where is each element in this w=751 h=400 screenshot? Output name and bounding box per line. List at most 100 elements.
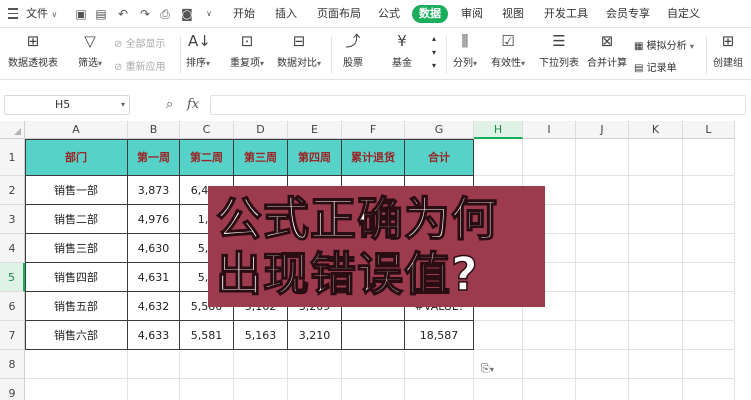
tab-view[interactable]: 视图 [502, 0, 524, 28]
name-box-dropdown-icon[interactable]: ▾ [121, 96, 125, 114]
cell-e8[interactable] [288, 350, 342, 379]
column-header-l[interactable]: L [683, 121, 735, 139]
merge-calc-button[interactable]: ⊠ 合并计算 [587, 31, 627, 69]
cell-l4[interactable] [683, 234, 735, 263]
tab-review[interactable]: 审阅 [461, 0, 483, 28]
cell-h7[interactable] [474, 321, 523, 350]
row-header-6[interactable]: 6 [0, 292, 25, 321]
cell-l2[interactable] [683, 176, 735, 205]
column-header-a[interactable]: A [25, 121, 128, 139]
cell-e9[interactable] [288, 379, 342, 400]
row-header-1[interactable]: 1 [0, 139, 25, 176]
cell-l5[interactable] [683, 263, 735, 292]
save-as-icon[interactable]: ▤ [94, 7, 108, 21]
zoom-search-icon[interactable]: ⌕ [166, 95, 173, 115]
cell-l7[interactable] [683, 321, 735, 350]
validity-button[interactable]: ☑ 有效性▾ [491, 31, 525, 69]
cell-i9[interactable] [523, 379, 576, 400]
cell-i8[interactable] [523, 350, 576, 379]
select-all-corner[interactable] [0, 121, 25, 139]
print-icon[interactable]: ⎙ [158, 7, 172, 21]
cell-f9[interactable] [342, 379, 405, 400]
file-menu[interactable]: 文件 ∨ [26, 0, 57, 28]
name-box[interactable]: H5 ▾ [4, 95, 130, 115]
column-header-c[interactable]: C [180, 121, 234, 139]
cell-j3[interactable] [576, 205, 629, 234]
cell-c8[interactable] [180, 350, 234, 379]
table-header-cell[interactable]: 第四周 [288, 139, 342, 176]
cell-g7[interactable]: 18,587 [405, 321, 474, 350]
cell-b8[interactable] [128, 350, 180, 379]
cell-f8[interactable] [342, 350, 405, 379]
cell-b5[interactable]: 4,631 [128, 263, 180, 292]
tab-custom[interactable]: 自定义 [667, 0, 700, 28]
show-all-button[interactable]: ⊘ 全部显示 [114, 35, 166, 50]
column-header-i[interactable]: I [523, 121, 576, 139]
row-header-3[interactable]: 3 [0, 205, 25, 234]
column-header-e[interactable]: E [288, 121, 342, 139]
redo-icon[interactable]: ↷ [138, 7, 152, 21]
formula-input[interactable] [210, 95, 746, 115]
cell-k2[interactable] [629, 176, 683, 205]
cell-a3[interactable]: 销售二部 [25, 205, 128, 234]
cell-j9[interactable] [576, 379, 629, 400]
cell-b3[interactable]: 4,976 [128, 205, 180, 234]
cell-j6[interactable] [576, 292, 629, 321]
row-header-4[interactable]: 4 [0, 234, 25, 263]
hamburger-menu-icon[interactable] [8, 8, 18, 20]
cell-b4[interactable]: 4,630 [128, 234, 180, 263]
cell-g9[interactable] [405, 379, 474, 400]
dropdown-list-button[interactable]: ☰ 下拉列表 [539, 31, 579, 69]
data-compare-button[interactable]: ⊟ 数据对比▾ [277, 31, 321, 69]
cell-f7[interactable] [342, 321, 405, 350]
cell-k4[interactable] [629, 234, 683, 263]
cell-j4[interactable] [576, 234, 629, 263]
cell-j5[interactable] [576, 263, 629, 292]
scroll-down-icon[interactable]: ▾ [432, 48, 436, 57]
row-header-8[interactable]: 8 [0, 350, 25, 379]
column-header-f[interactable]: F [342, 121, 405, 139]
duplicates-button[interactable]: ⊡ 重复项▾ [230, 31, 264, 69]
table-header-cell[interactable]: 部门 [25, 139, 128, 176]
cell-c9[interactable] [180, 379, 234, 400]
cell-a4[interactable]: 销售三部 [25, 234, 128, 263]
stock-button[interactable]: ⤴ 股票 [343, 31, 363, 69]
cell-d9[interactable] [234, 379, 288, 400]
cell-j2[interactable] [576, 176, 629, 205]
paste-options-icon[interactable]: ⎘▾ [481, 362, 494, 376]
cell-h9[interactable] [474, 379, 523, 400]
tab-home[interactable]: 开始 [233, 0, 255, 28]
cell-b7[interactable]: 4,633 [128, 321, 180, 350]
cell-k7[interactable] [629, 321, 683, 350]
simulate-analysis-button[interactable]: ▦ 模拟分析 ▾ [634, 37, 694, 52]
cell-c7[interactable]: 5,581 [180, 321, 234, 350]
reapply-button[interactable]: ⊘ 重新应用 [114, 58, 166, 73]
column-header-h[interactable]: H [474, 121, 523, 139]
cell-g8[interactable] [405, 350, 474, 379]
cell-a8[interactable] [25, 350, 128, 379]
more-dropdown-icon[interactable]: ∨ [202, 7, 216, 21]
column-header-k[interactable]: K [629, 121, 683, 139]
table-header-cell[interactable]: 合计 [405, 139, 474, 176]
row-header-7[interactable]: 7 [0, 321, 25, 350]
save-icon[interactable]: ▣ [74, 7, 88, 21]
cell-d7[interactable]: 5,163 [234, 321, 288, 350]
cell-b2[interactable]: 3,873 [128, 176, 180, 205]
camera-icon[interactable]: ◙ [180, 7, 194, 21]
column-header-d[interactable]: D [234, 121, 288, 139]
cell-a2[interactable]: 销售一部 [25, 176, 128, 205]
cell-k1[interactable] [629, 139, 683, 176]
create-group-button[interactable]: ⊞ 创建组 [713, 31, 743, 69]
cell-l8[interactable] [683, 350, 735, 379]
cell-j7[interactable] [576, 321, 629, 350]
undo-icon[interactable]: ↶ [116, 7, 130, 21]
row-header-2[interactable]: 2 [0, 176, 25, 205]
column-header-g[interactable]: G [405, 121, 474, 139]
cell-a6[interactable]: 销售五部 [25, 292, 128, 321]
cell-d8[interactable] [234, 350, 288, 379]
cell-a9[interactable] [25, 379, 128, 400]
cell-e7[interactable]: 3,210 [288, 321, 342, 350]
row-header-5[interactable]: 5 [0, 263, 25, 292]
cell-i1[interactable] [523, 139, 576, 176]
tab-insert[interactable]: 插入 [275, 0, 297, 28]
